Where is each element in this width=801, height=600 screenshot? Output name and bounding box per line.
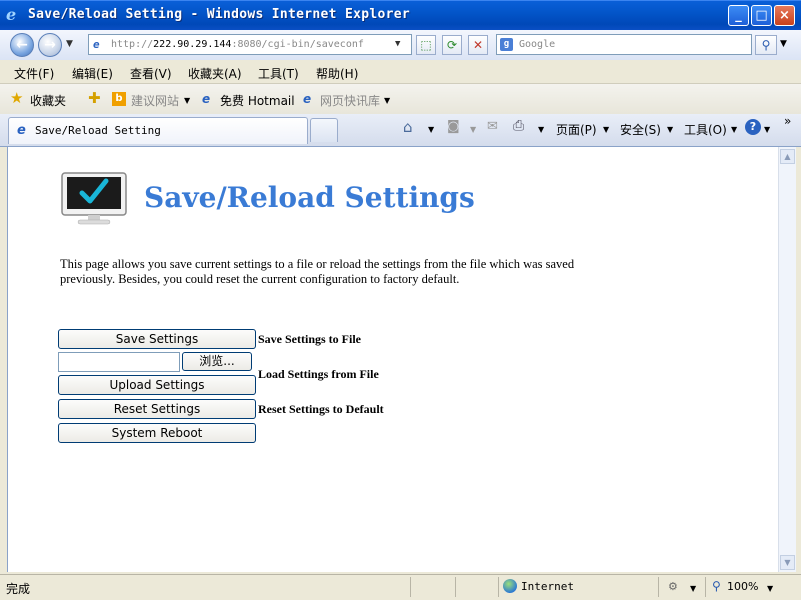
status-separator (705, 577, 706, 597)
hotmail-page-icon: e (202, 92, 211, 106)
search-button[interactable]: ⚲ (755, 35, 777, 55)
home-icon[interactable]: ⌂ (403, 118, 413, 136)
history-dropdown-icon[interactable]: ▼ (66, 39, 73, 49)
page-dropdown-icon[interactable]: ▼ (603, 125, 609, 134)
mail-icon[interactable]: ✉ (487, 119, 498, 134)
load-settings-label: Load Settings from File (258, 367, 379, 381)
close-button[interactable]: × (774, 5, 795, 26)
page-content: Save/Reload Settings This page allows yo… (7, 147, 779, 572)
menu-tools[interactable]: 工具(T) (258, 65, 299, 82)
protected-mode-dropdown-icon[interactable]: ▼ (690, 584, 696, 593)
page-description: This page allows you save current settin… (60, 257, 575, 286)
tab-title: Save/Reload Setting (35, 124, 161, 137)
web-slice-dropdown-icon[interactable]: ▼ (384, 96, 390, 105)
system-reboot-button[interactable]: System Reboot (58, 423, 256, 443)
webslice-page-icon: e (303, 92, 312, 106)
menu-file[interactable]: 文件(F) (14, 65, 54, 82)
status-separator (455, 577, 456, 597)
maximize-button[interactable]: □ (751, 5, 772, 26)
favorites-bar: ★ 收藏夹 ✚ b 建议网站 ▼ e 免费 Hotmail e 网页快讯库 ▼ (0, 84, 801, 114)
compatibility-icon[interactable]: ⬚ (416, 35, 436, 55)
zoom-level[interactable]: 100% (727, 580, 758, 593)
search-options-icon[interactable]: ▼ (780, 39, 787, 49)
tab-row: e Save/Reload Setting ⌂ ▼ ◙ ▼ ✉ ⎙ ▼ 页面(P… (0, 114, 801, 147)
browse-button[interactable]: 浏览... (182, 352, 252, 371)
zoom-dropdown-icon[interactable]: ▼ (767, 584, 773, 593)
menu-help[interactable]: 帮助(H) (316, 65, 358, 82)
help-icon[interactable]: ? (745, 119, 761, 135)
minimize-button[interactable]: _ (728, 5, 749, 26)
web-slice-gallery-link[interactable]: 网页快讯库 (320, 92, 380, 109)
stop-button[interactable]: ✕ (468, 35, 488, 55)
page-menu[interactable]: 页面(P) (556, 121, 597, 138)
search-placeholder: Google (519, 39, 556, 50)
zoom-icon[interactable]: ⚲ (712, 579, 721, 593)
help-dropdown-icon[interactable]: ▼ (764, 125, 770, 134)
safety-menu[interactable]: 安全(S) (620, 121, 661, 138)
bing-icon: b (112, 92, 126, 106)
address-path: :8080/cgi-bin/saveconf (231, 39, 364, 50)
google-icon: g (500, 38, 513, 51)
address-toolbar: ← → ▼ e http://222.90.29.144:8080/cgi-bi… (0, 30, 801, 60)
page-title: Save/Reload Settings (144, 181, 475, 214)
status-bar: 完成 Internet ⚙ ▼ ⚲ 100% ▼ (0, 574, 801, 600)
feeds-icon[interactable]: ◙ (447, 119, 460, 134)
scroll-up-icon[interactable]: ▲ (780, 149, 795, 164)
menu-edit[interactable]: 编辑(E) (72, 65, 113, 82)
print-dropdown-icon[interactable]: ▼ (538, 125, 544, 134)
address-host: 222.90.29.144 (153, 39, 232, 50)
address-dropdown-icon[interactable]: ▼ (395, 35, 400, 54)
reset-settings-label: Reset Settings to Default (258, 402, 384, 416)
upload-settings-button[interactable]: Upload Settings (58, 375, 256, 395)
ie-logo-icon: e (6, 5, 17, 24)
back-button[interactable]: ← (10, 33, 34, 57)
add-favorite-icon[interactable]: ✚ (88, 89, 101, 107)
address-bar[interactable]: e http://222.90.29.144:8080/cgi-bin/save… (88, 34, 412, 55)
title-bar: e Save/Reload Setting - Windows Internet… (0, 0, 801, 30)
file-path-input[interactable] (58, 352, 180, 372)
status-separator (498, 577, 499, 597)
vertical-scrollbar[interactable]: ▲ ▼ (778, 147, 796, 572)
menu-view[interactable]: 查看(V) (130, 65, 172, 82)
page-icon: e (93, 38, 100, 51)
search-input[interactable]: g Google (496, 34, 752, 55)
status-separator (410, 577, 411, 597)
save-settings-label: Save Settings to File (258, 332, 361, 346)
status-text: 完成 (6, 582, 31, 596)
monitor-check-icon (61, 172, 127, 225)
suggested-sites-dropdown-icon[interactable]: ▼ (184, 96, 190, 105)
scroll-down-icon[interactable]: ▼ (780, 555, 795, 570)
favorites-button[interactable]: 收藏夹 (30, 92, 66, 109)
menu-bar: 文件(F) 编辑(E) 查看(V) 收藏夹(A) 工具(T) 帮助(H) (0, 61, 801, 84)
tab-page-icon: e (17, 123, 26, 138)
status-separator (658, 577, 659, 597)
tools-menu[interactable]: 工具(O) (684, 121, 727, 138)
safety-dropdown-icon[interactable]: ▼ (667, 125, 673, 134)
menu-favorites[interactable]: 收藏夹(A) (188, 65, 242, 82)
refresh-button[interactable]: ⟳ (442, 35, 462, 55)
hotmail-link[interactable]: 免费 Hotmail (220, 92, 295, 109)
print-icon[interactable]: ⎙ (513, 118, 524, 134)
new-tab-button[interactable] (310, 118, 338, 142)
address-prefix: http:// (111, 39, 154, 50)
feeds-dropdown-icon[interactable]: ▼ (470, 125, 476, 134)
tools-dropdown-icon[interactable]: ▼ (731, 125, 737, 134)
suggested-sites-link[interactable]: 建议网站 (131, 92, 179, 109)
more-tools-icon[interactable]: » (784, 114, 791, 128)
tab-active[interactable]: e Save/Reload Setting (8, 117, 308, 144)
save-settings-button[interactable]: Save Settings (58, 329, 256, 349)
home-dropdown-icon[interactable]: ▼ (428, 125, 434, 134)
favorites-star-icon: ★ (10, 89, 24, 107)
security-zone: Internet (521, 580, 574, 593)
forward-button[interactable]: → (38, 33, 62, 57)
reset-settings-button[interactable]: Reset Settings (58, 399, 256, 419)
globe-icon (503, 579, 517, 593)
window-title: Save/Reload Setting - Windows Internet E… (28, 7, 410, 22)
protected-mode-icon[interactable]: ⚙ (668, 580, 678, 593)
